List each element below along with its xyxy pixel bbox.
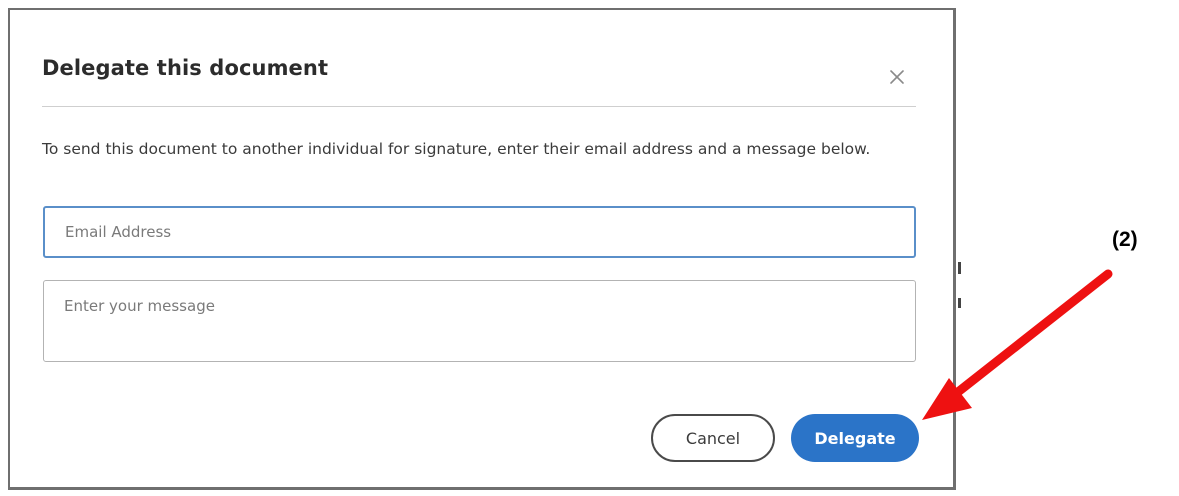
screenshot-stage: Delegate this document To send this docu…: [0, 0, 1179, 496]
dialog-title: Delegate this document: [42, 56, 329, 80]
message-field[interactable]: [43, 280, 916, 362]
step-label: (2): [1112, 228, 1138, 251]
close-button[interactable]: [886, 66, 908, 88]
delegate-button[interactable]: Delegate: [791, 414, 919, 462]
cancel-button[interactable]: Cancel: [651, 414, 775, 462]
edge-artifact: [958, 262, 961, 274]
dialog-description: To send this document to another individ…: [42, 140, 871, 158]
title-divider: [42, 106, 916, 107]
email-field[interactable]: [43, 206, 916, 258]
close-icon: [890, 70, 904, 84]
edge-artifact: [958, 298, 961, 308]
delegate-dialog: Delegate this document To send this docu…: [8, 8, 956, 490]
